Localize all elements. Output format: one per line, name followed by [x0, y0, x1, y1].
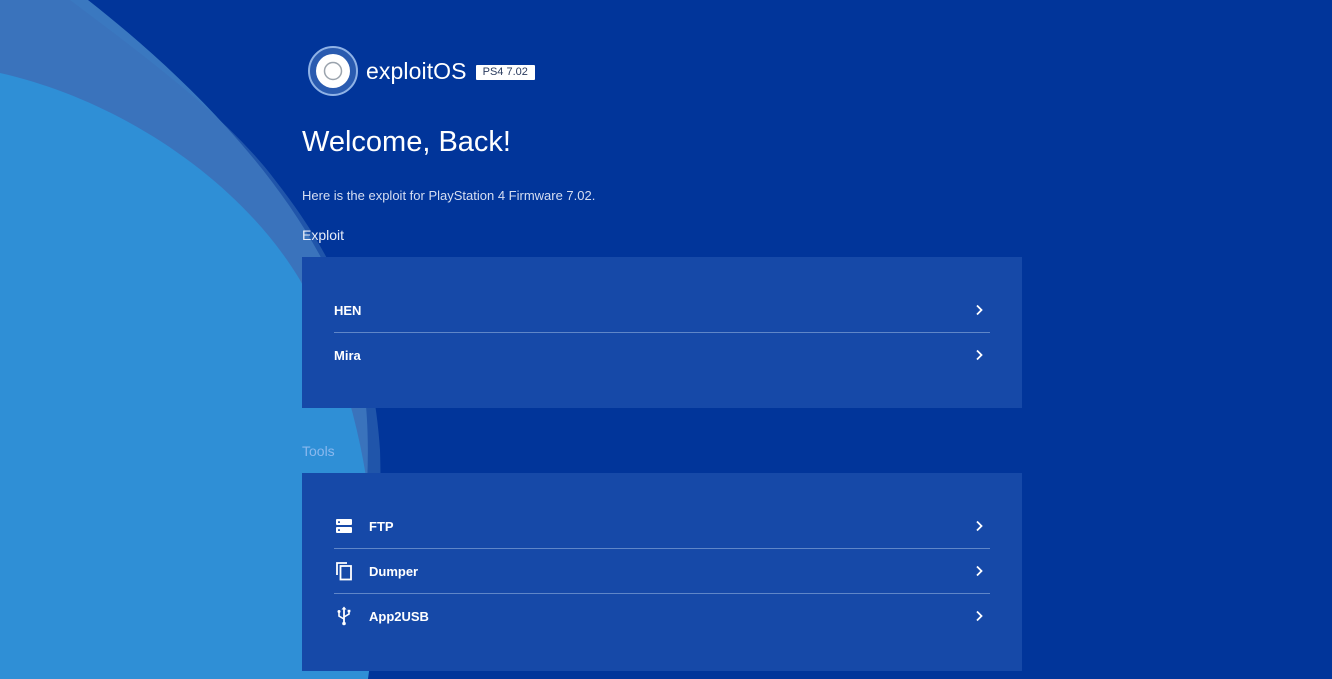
exploit-item-hen[interactable]: HEN — [334, 288, 990, 332]
list-item-label: Dumper — [369, 563, 419, 579]
exploit-item-mira[interactable]: Mira — [334, 332, 990, 377]
list-item-label: HEN — [334, 302, 362, 318]
chevron-right-icon — [976, 304, 983, 316]
page-title: Welcome, Back! — [302, 126, 511, 158]
tools-list: FTP Dumper App2USB — [334, 504, 990, 638]
tools-panel: FTP Dumper App2USB — [302, 473, 1022, 671]
usb-icon — [334, 606, 354, 626]
list-item-label: FTP — [369, 518, 394, 534]
tool-item-app2usb[interactable]: App2USB — [334, 593, 990, 638]
chevron-right-icon — [976, 610, 983, 622]
version-badge: PS4 7.02 — [475, 64, 535, 80]
tool-item-ftp[interactable]: FTP — [334, 504, 990, 548]
list-item-label: App2USB — [369, 608, 429, 624]
copy-icon — [334, 561, 354, 581]
server-icon — [334, 516, 354, 536]
chevron-right-icon — [976, 520, 983, 532]
exploit-list: HEN Mira — [334, 288, 990, 377]
tool-item-dumper[interactable]: Dumper — [334, 548, 990, 593]
page-subtitle: Here is the exploit for PlayStation 4 Fi… — [302, 188, 596, 203]
chevron-right-icon — [976, 565, 983, 577]
brand-name: exploitOS — [366, 57, 467, 84]
list-item-label: Mira — [334, 347, 361, 363]
chevron-right-icon — [976, 349, 983, 361]
exploit-section-label: Exploit — [302, 227, 345, 243]
exploit-panel: HEN Mira — [302, 257, 1022, 408]
logo-icon — [308, 46, 358, 96]
tools-section-label: Tools — [302, 443, 335, 459]
brand-header: exploitOS PS4 7.02 — [308, 46, 535, 96]
